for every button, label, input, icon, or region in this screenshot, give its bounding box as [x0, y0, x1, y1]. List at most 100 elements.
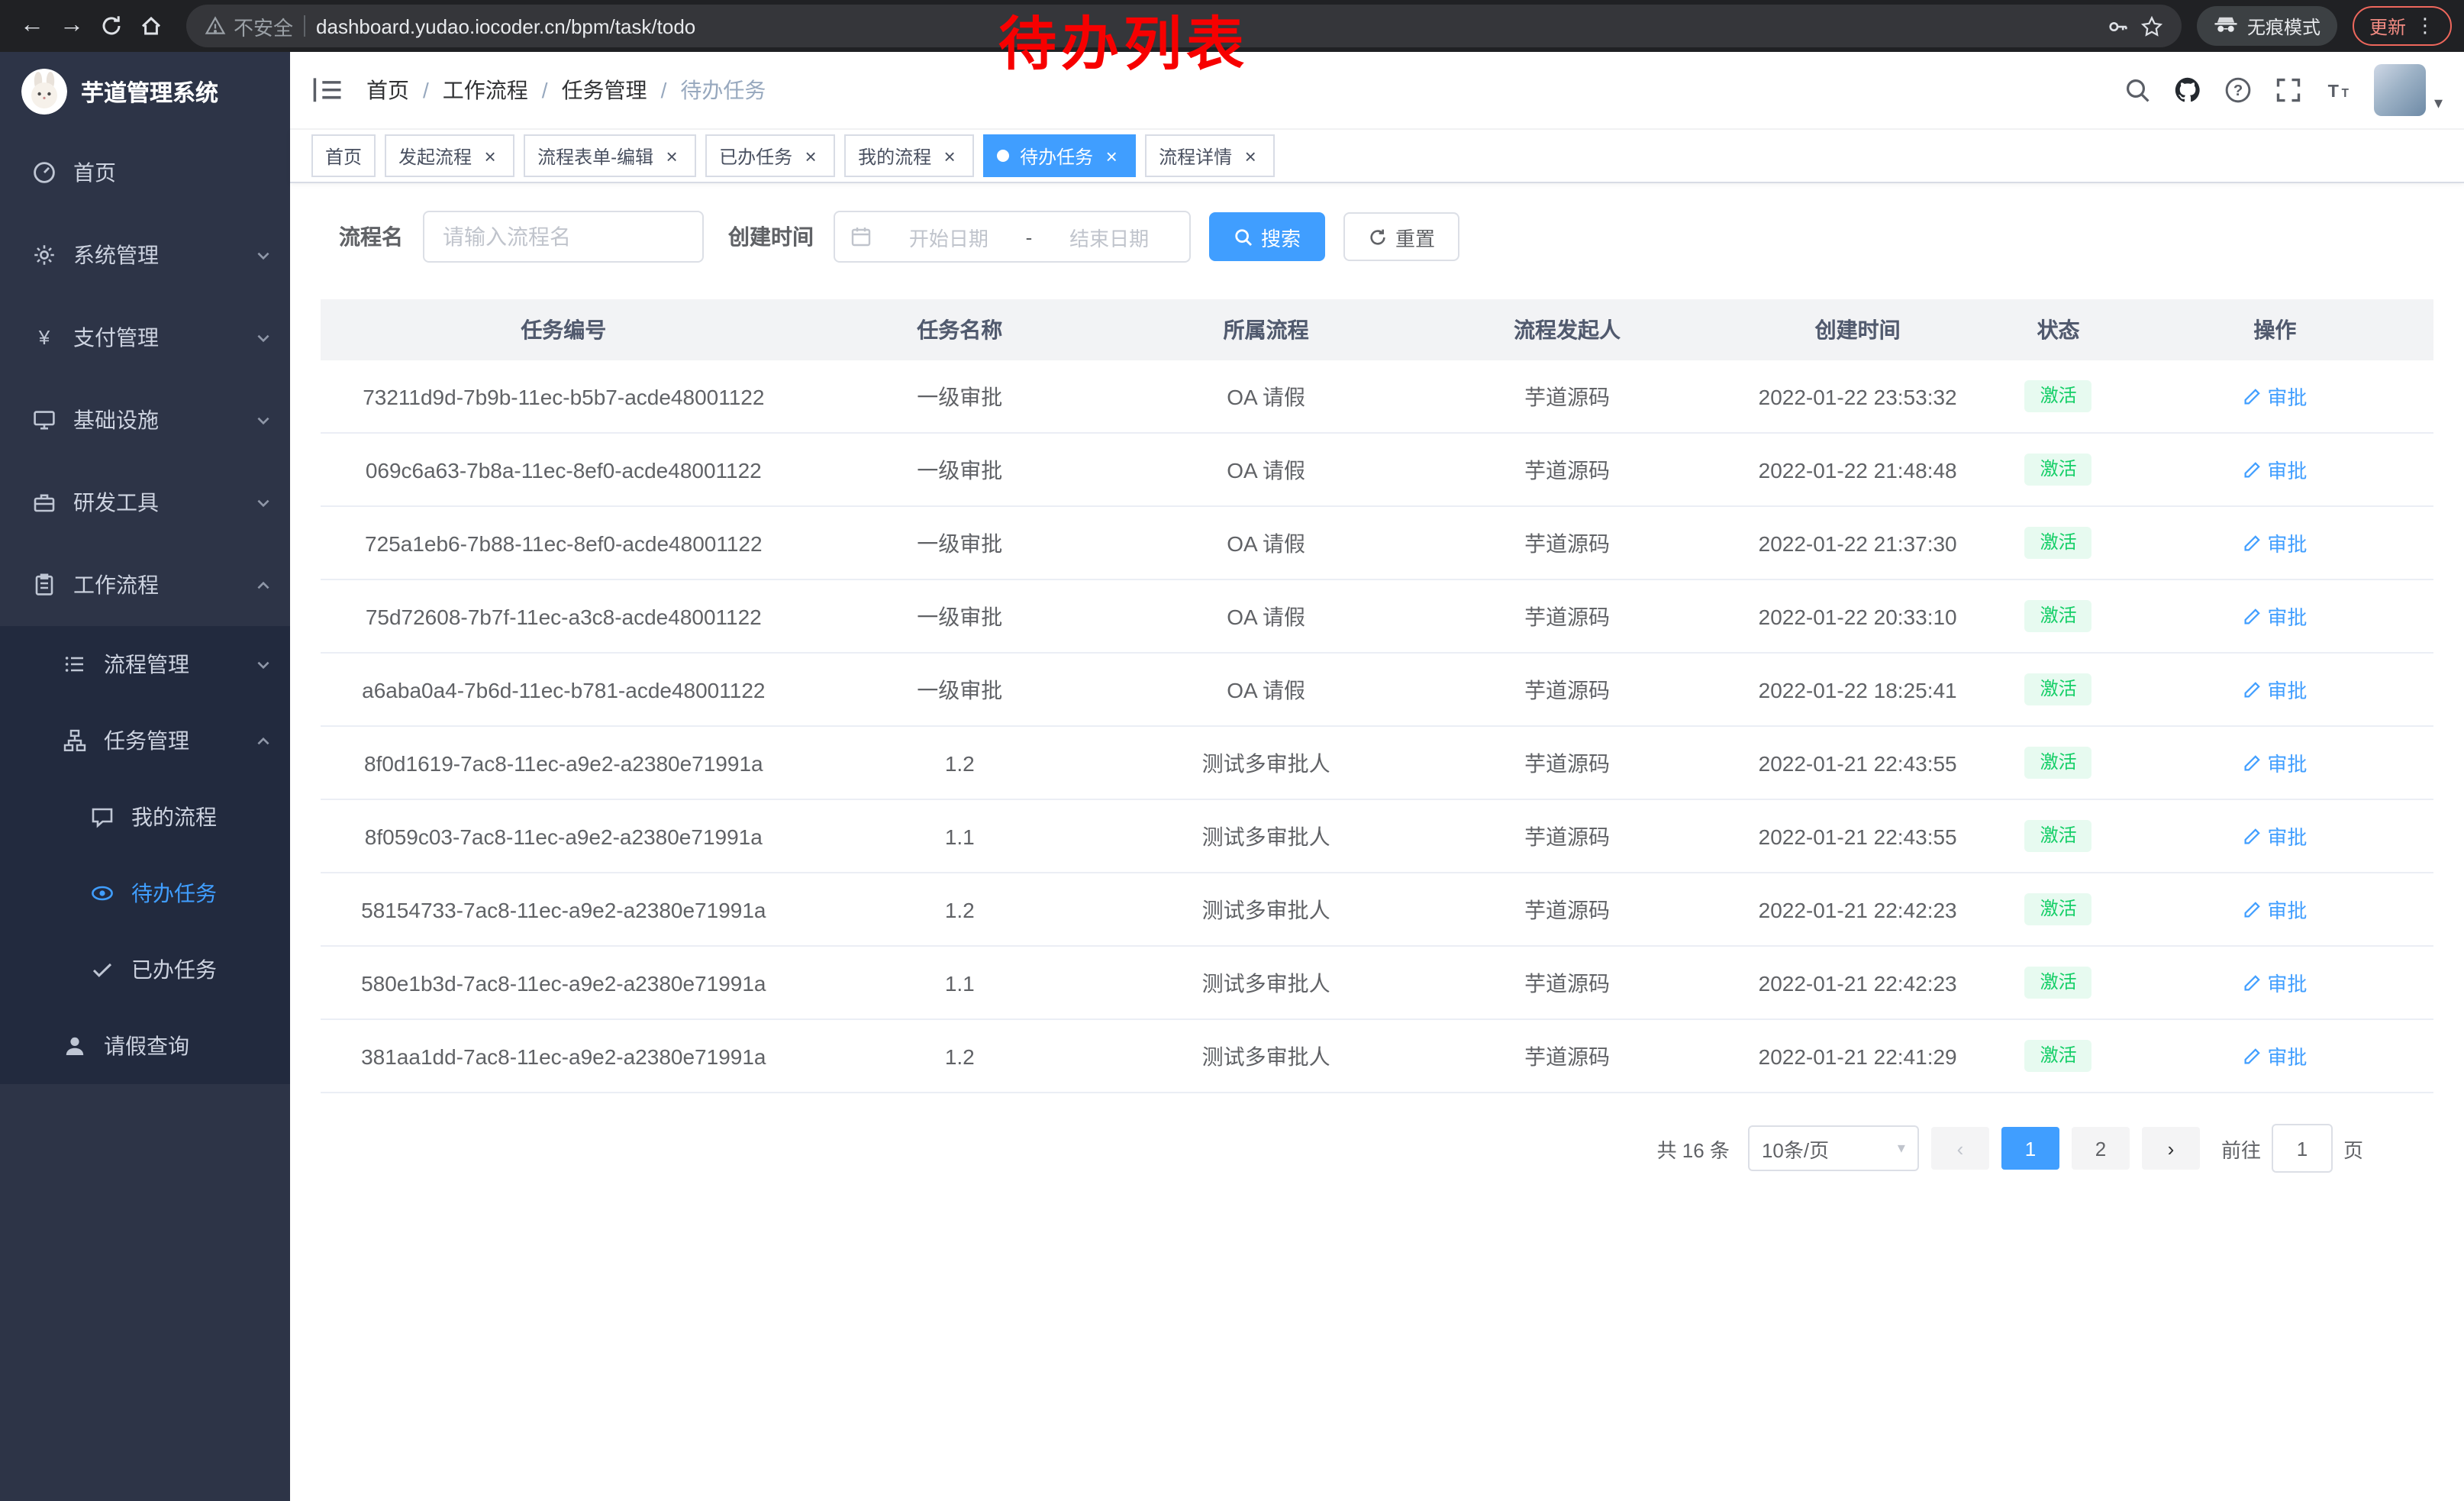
tab-start-process[interactable]: 发起流程 × [385, 134, 514, 177]
close-icon[interactable]: × [479, 145, 501, 166]
approve-link[interactable]: 审批 [2243, 455, 2307, 484]
task-table: 任务编号 任务名称 所属流程 流程发起人 创建时间 状态 操作 73211d9d… [321, 299, 2433, 1093]
tab-todo-tasks[interactable]: 待办任务 × [983, 134, 1136, 177]
sidebar-item-home[interactable]: 首页 [0, 131, 290, 214]
sidebar-item-leave-query[interactable]: 请假查询 [0, 1008, 290, 1084]
close-icon[interactable]: × [661, 145, 682, 166]
eye-icon [89, 880, 114, 906]
fullscreen-icon[interactable] [2269, 70, 2309, 110]
sidebar-item-devtools[interactable]: 研发工具 [0, 461, 290, 544]
breadcrumb-task-management[interactable]: 任务管理 [562, 75, 647, 105]
browser-forward-button[interactable]: → [52, 6, 92, 46]
approve-link[interactable]: 审批 [2243, 675, 2307, 704]
end-date-placeholder[interactable]: 结束日期 [1044, 222, 1174, 251]
next-page-button[interactable]: › [2142, 1127, 2200, 1170]
help-icon[interactable]: ? [2219, 70, 2259, 110]
approve-link[interactable]: 审批 [2243, 968, 2307, 997]
check-icon [89, 957, 114, 983]
create-time-label: 创建时间 [728, 221, 814, 252]
table-row: 8f059c03-7ac8-11ec-a9e2-a2380e71991a 1.1… [321, 799, 2433, 873]
browser-back-button[interactable]: ← [12, 6, 52, 46]
sidebar-item-done-tasks[interactable]: 已办任务 [0, 931, 290, 1008]
approve-link[interactable]: 审批 [2243, 822, 2307, 851]
status-badge: 激活 [2025, 1039, 2092, 1072]
tab-home[interactable]: 首页 [311, 134, 376, 177]
breadcrumb-workflow[interactable]: 工作流程 [443, 75, 528, 105]
table-row: 381aa1dd-7ac8-11ec-a9e2-a2380e71991a 1.2… [321, 1019, 2433, 1093]
bookmark-star-icon[interactable] [2140, 15, 2163, 37]
password-key-icon[interactable] [2107, 15, 2130, 37]
approve-link[interactable]: 审批 [2243, 382, 2307, 411]
task-table-wrap: 任务编号 任务名称 所属流程 流程发起人 创建时间 状态 操作 73211d9d… [290, 287, 2464, 1093]
col-initiator: 流程发起人 [1419, 299, 1715, 360]
browser-update-button[interactable]: 更新 ⋮ [2353, 6, 2452, 46]
tab-my-processes[interactable]: 我的流程 × [844, 134, 974, 177]
github-icon[interactable] [2169, 70, 2208, 110]
user-avatar[interactable] [2375, 64, 2427, 116]
app-frame: 芋道管理系统 首页 系统管理 ¥ [0, 52, 2464, 1501]
tab-process-detail[interactable]: 流程详情 × [1145, 134, 1275, 177]
chevron-down-icon [255, 656, 272, 673]
page-size-select[interactable]: 10条/页 ▾ [1748, 1125, 1919, 1171]
security-warning-icon[interactable]: 不安全 [205, 11, 293, 40]
close-icon[interactable]: × [939, 145, 960, 166]
breadcrumb-home[interactable]: 首页 [366, 75, 409, 105]
tab-process-form-edit[interactable]: 流程表单-编辑 × [524, 134, 696, 177]
user-menu[interactable]: ▾ [2375, 64, 2443, 116]
table-row: a6aba0a4-7b6d-11ec-b781-acde48001122 一级审… [321, 653, 2433, 726]
browser-home-icon[interactable] [131, 6, 171, 46]
pagination-total: 共 16 条 [1657, 1134, 1730, 1163]
process-name-input[interactable] [423, 211, 704, 263]
approve-link[interactable]: 审批 [2243, 895, 2307, 924]
status-badge: 激活 [2025, 599, 2092, 632]
breadcrumb-current: 待办任务 [680, 75, 766, 105]
sidebar-toggle-icon[interactable] [311, 73, 345, 107]
sidebar-item-workflow[interactable]: 工作流程 [0, 544, 290, 626]
search-button[interactable]: 搜索 [1209, 212, 1325, 261]
close-icon[interactable]: × [800, 145, 821, 166]
start-date-placeholder[interactable]: 开始日期 [884, 222, 1014, 251]
sidebar-item-task-management[interactable]: 任务管理 [0, 702, 290, 779]
incognito-badge: 无痕模式 [2197, 6, 2337, 46]
breadcrumb-separator: / [661, 78, 667, 102]
sidebar-item-payment[interactable]: ¥ 支付管理 [0, 296, 290, 379]
svg-text:?: ? [2234, 82, 2243, 99]
org-icon [61, 728, 87, 754]
font-size-icon[interactable]: TT [2320, 70, 2359, 110]
approve-link[interactable]: 审批 [2243, 528, 2307, 557]
sidebar-item-system[interactable]: 系统管理 [0, 214, 290, 296]
sidebar: 芋道管理系统 首页 系统管理 ¥ [0, 52, 290, 1501]
col-actions: 操作 [2117, 299, 2433, 360]
sidebar-item-infrastructure[interactable]: 基础设施 [0, 379, 290, 461]
address-divider [304, 15, 305, 37]
create-time-range-picker[interactable]: 开始日期 - 结束日期 [834, 211, 1191, 263]
tab-done-tasks[interactable]: 已办任务 × [705, 134, 835, 177]
table-row: 58154733-7ac8-11ec-a9e2-a2380e71991a 1.2… [321, 873, 2433, 946]
prev-page-button[interactable]: ‹ [1931, 1127, 1989, 1170]
close-icon[interactable]: × [1101, 145, 1122, 166]
search-icon[interactable] [2118, 70, 2158, 110]
chat-icon [89, 804, 114, 830]
chevron-up-icon [255, 576, 272, 593]
goto-page-input[interactable] [2272, 1124, 2333, 1173]
table-row: 8f0d1619-7ac8-11ec-a9e2-a2380e71991a 1.2… [321, 726, 2433, 799]
sidebar-item-my-processes[interactable]: 我的流程 [0, 779, 290, 855]
reset-button[interactable]: 重置 [1343, 212, 1459, 261]
user-icon [61, 1033, 87, 1059]
gear-icon [31, 242, 56, 268]
approve-link[interactable]: 审批 [2243, 1041, 2307, 1070]
browser-refresh-icon[interactable] [92, 6, 131, 46]
close-icon[interactable]: × [1240, 145, 1261, 166]
approve-link[interactable]: 审批 [2243, 748, 2307, 777]
filter-bar: 流程名 创建时间 开始日期 - 结束日期 搜索 [290, 183, 2464, 287]
range-separator: - [1026, 225, 1033, 248]
sidebar-item-process-management[interactable]: 流程管理 [0, 626, 290, 702]
page-button-2[interactable]: 2 [2072, 1127, 2130, 1170]
page-button-1[interactable]: 1 [2001, 1127, 2059, 1170]
table-row: 725a1eb6-7b88-11ec-8ef0-acde48001122 一级审… [321, 506, 2433, 579]
app-logo-row[interactable]: 芋道管理系统 [0, 52, 290, 131]
sidebar-item-todo-tasks[interactable]: 待办任务 [0, 855, 290, 931]
approve-link[interactable]: 审批 [2243, 602, 2307, 631]
browser-menu-icon[interactable]: ⋮ [2415, 14, 2435, 38]
status-badge: 激活 [2025, 819, 2092, 852]
